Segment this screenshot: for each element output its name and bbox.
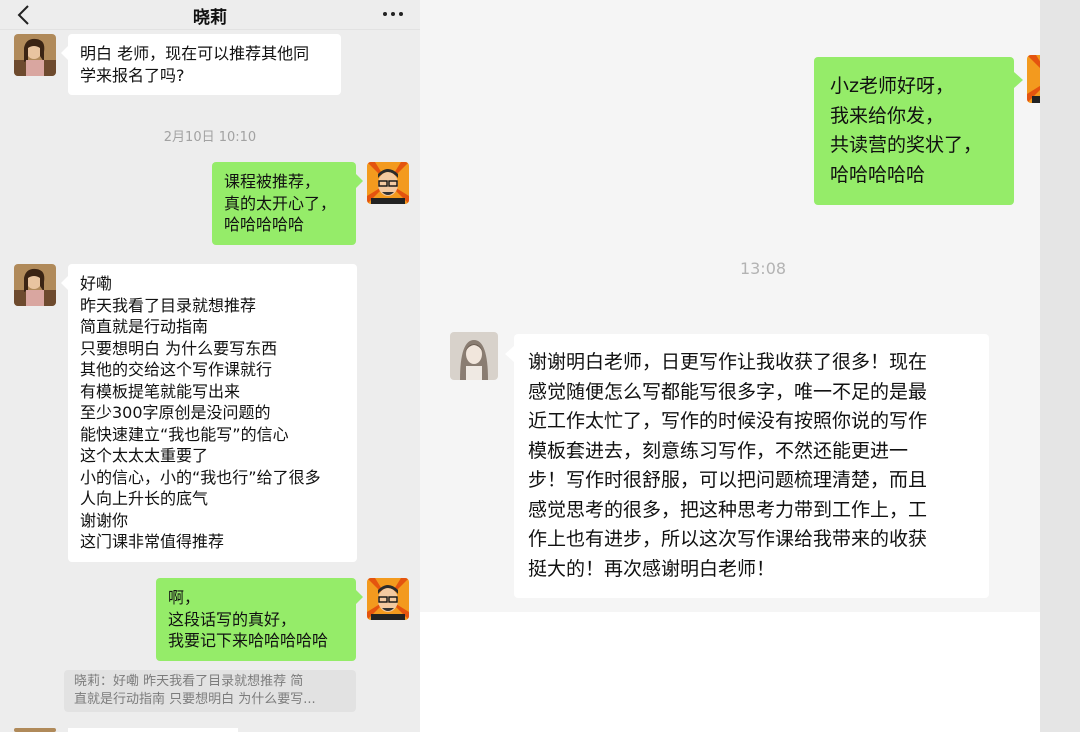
bubble-tail [356, 174, 363, 188]
contact-avatar[interactable] [14, 264, 56, 306]
message-bubble-incoming[interactable]: 谢谢明白老师，日更写作让我收获了很多！现在 感觉随便怎么写都能写很多字，唯一不足… [514, 334, 989, 598]
more-options-icon[interactable] [378, 3, 408, 23]
quoted-message[interactable]: 晓莉：好嘞 昨天我看了目录就想推荐 简 直就是行动指南 只要想明白 为什么要写.… [64, 670, 356, 712]
message-bubble-outgoing[interactable]: 课程被推荐， 真的太开心了， 哈哈哈哈哈 [212, 162, 356, 245]
student-avatar[interactable] [450, 332, 498, 380]
edge-strip [1040, 0, 1080, 732]
contact-avatar-partial [14, 728, 56, 732]
bubble-tail [61, 276, 68, 290]
quote-line: 晓莉：好嘞 昨天我看了目录就想推荐 简 [74, 674, 304, 689]
blank-area [420, 612, 1040, 732]
message-bubble-partial [68, 728, 238, 732]
bubble-tail [505, 346, 514, 362]
chat-title: 晓莉 [193, 8, 227, 28]
left-chat-panel: 晓莉 明白 老师，现在可以推荐其他同 学来报名了吗? 2月10日 10:10 课… [0, 0, 420, 732]
my-avatar[interactable] [367, 578, 409, 620]
bubble-tail [61, 46, 68, 60]
message-bubble-incoming[interactable]: 明白 老师，现在可以推荐其他同 学来报名了吗? [68, 34, 341, 95]
bubble-tail [356, 590, 363, 604]
my-avatar[interactable] [367, 162, 409, 204]
bubble-tail [1014, 72, 1023, 88]
chat-titlebar: 晓莉 [0, 0, 420, 30]
message-timestamp: 2月10日 10:10 [163, 130, 257, 145]
contact-avatar[interactable] [14, 34, 56, 76]
quote-line: 直就是行动指南 只要想明白 为什么要写... [74, 692, 316, 707]
message-bubble-outgoing[interactable]: 小z老师好呀， 我来给你发， 共读营的奖状了， 哈哈哈哈哈 [814, 57, 1014, 205]
right-chat-panel: 小z老师好呀， 我来给你发， 共读营的奖状了， 哈哈哈哈哈 13:08 谢谢明白… [420, 0, 1040, 612]
message-timestamp: 13:08 [739, 259, 787, 278]
message-bubble-incoming[interactable]: 好嘞 昨天我看了目录就想推荐 简直就是行动指南 只要想明白 为什么要写东西 其他… [68, 264, 357, 562]
message-bubble-outgoing[interactable]: 啊， 这段话写的真好， 我要记下来哈哈哈哈哈 [156, 578, 356, 661]
